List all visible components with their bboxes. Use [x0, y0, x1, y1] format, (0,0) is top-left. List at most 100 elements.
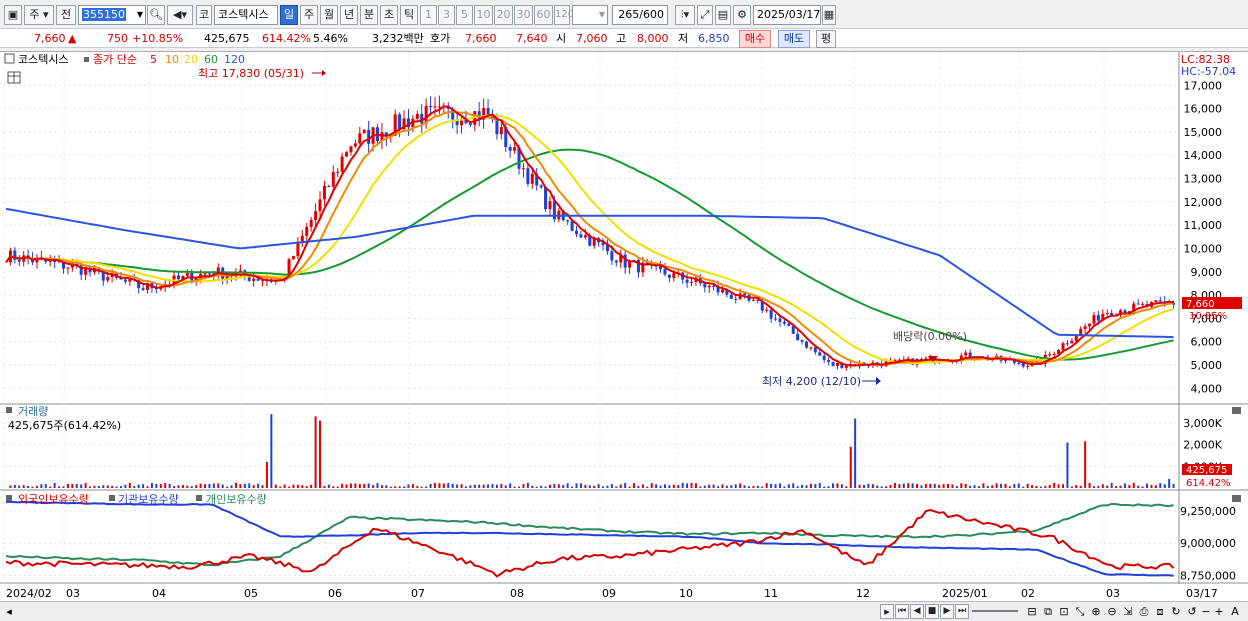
candle-body: [1088, 323, 1092, 327]
scroll-left-icon[interactable]: ◂: [4, 604, 14, 619]
open-price: 7,060: [576, 32, 608, 45]
volume-bar: [531, 485, 534, 488]
prev-button[interactable]: ◀: [910, 604, 924, 619]
zoom-out-icon[interactable]: ⊖: [1105, 604, 1119, 619]
period-tick-tab[interactable]: 틱: [400, 5, 418, 25]
period-year-tab[interactable]: 년: [340, 5, 358, 25]
buy-button[interactable]: 매수: [739, 30, 771, 48]
price-tick-label: 6,000: [1191, 336, 1223, 349]
sound-icon[interactable]: ◀▾: [167, 5, 193, 25]
volume-bar: [526, 482, 529, 488]
volume-bar: [181, 484, 184, 488]
period-month-tab[interactable]: 월: [320, 5, 338, 25]
volume-bar: [778, 483, 781, 488]
candle-body: [835, 363, 839, 366]
chart-svg[interactable]: 4,0005,0006,0007,0008,0009,00010,00011,0…: [0, 52, 1248, 602]
prev-stock-button[interactable]: 전: [56, 5, 76, 25]
zoom-in-icon[interactable]: ⊕: [1089, 604, 1103, 619]
refresh-icon[interactable]: ↻: [1169, 604, 1183, 619]
volume-bar: [579, 483, 582, 488]
volume-panel-close-icon[interactable]: [1232, 407, 1241, 414]
volume-bar: [18, 485, 21, 488]
date-field[interactable]: 2025/03/17: [753, 5, 821, 25]
draw-tool-icon[interactable]: ⤢: [697, 5, 713, 25]
candle-type-icon[interactable]: ⫶▾: [675, 5, 695, 25]
interval-custom-select[interactable]: ▼: [572, 5, 608, 25]
volume-bar: [792, 483, 795, 488]
interval-20-button[interactable]: 20: [494, 5, 513, 25]
calendar-icon[interactable]: ▦: [822, 5, 836, 25]
crosshair-icon[interactable]: ⤡: [1073, 604, 1087, 619]
volume-bar: [425, 486, 428, 488]
split-view-icon[interactable]: ⊟: [1025, 604, 1039, 619]
volume-bar: [292, 484, 295, 488]
interval-5-button[interactable]: 5: [456, 5, 473, 25]
scroll-play-button[interactable]: ▸: [880, 604, 894, 619]
holdings-legend-icon: [109, 495, 115, 501]
volume-bar: [155, 484, 158, 488]
search-icon[interactable]: 🔍︎: [147, 5, 165, 25]
first-button[interactable]: ⏮: [895, 604, 909, 619]
holdings-panel-close-icon[interactable]: [1232, 495, 1241, 502]
volume-bar: [128, 482, 131, 488]
candle-body: [336, 171, 340, 173]
market-type-select[interactable]: 주 ▾: [24, 5, 54, 25]
candle-body: [818, 352, 822, 356]
volume-bar: [854, 418, 857, 488]
volume-bar: [951, 484, 954, 488]
zoom-slider[interactable]: [972, 610, 1018, 612]
price-tick-label: 16,000: [1184, 103, 1223, 116]
volume-bar: [119, 486, 122, 488]
next-button[interactable]: ▶: [940, 604, 954, 619]
volume-bar: [164, 483, 167, 488]
interval-60-button[interactable]: 60: [534, 5, 553, 25]
volume-bar: [677, 485, 680, 488]
zoom-minus-button[interactable]: −: [1201, 604, 1211, 619]
volume-bar: [553, 484, 556, 488]
bottom-navigation-bar: ◂ ▸ ⏮ ◀ ■ ▶ ⏭ ⊟ ⧉ ⊡ ⤡ ⊕ ⊖ ⇲ ⎙ ⧈ ↻ ↺ − + …: [0, 601, 1248, 621]
save-icon[interactable]: ▤: [715, 5, 731, 25]
period-second-tab[interactable]: 초: [380, 5, 398, 25]
stop-button[interactable]: ■: [925, 604, 939, 619]
volume-bar: [265, 461, 268, 488]
interval-3-button[interactable]: 3: [438, 5, 455, 25]
stock-code-input[interactable]: 355150 ▼: [78, 5, 146, 25]
volume-bar: [1013, 484, 1016, 488]
settings-gear-icon[interactable]: ⚙: [733, 5, 751, 25]
last-button[interactable]: ⏭: [955, 604, 969, 619]
volume-bar: [305, 486, 308, 488]
overlay-icon[interactable]: ⧉: [1041, 604, 1055, 619]
period-day-tab[interactable]: 일: [280, 5, 298, 25]
volume-bar: [40, 484, 43, 488]
chart-menu-icon[interactable]: ▣: [4, 5, 22, 25]
zoom-plus-button[interactable]: +: [1214, 604, 1224, 619]
candle-body: [1083, 326, 1087, 329]
candle-body: [623, 254, 627, 268]
candle-body: [844, 365, 848, 368]
interval-10-button[interactable]: 10: [474, 5, 493, 25]
print-icon[interactable]: ⎙: [1137, 604, 1151, 619]
volume-bar: [13, 484, 16, 488]
volume-bar: [66, 483, 69, 488]
volume-bar: [814, 484, 817, 488]
period-minute-tab[interactable]: 분: [360, 5, 378, 25]
foreign-holding-legend: 외국인보유수량: [18, 493, 89, 506]
period-week-tab[interactable]: 주: [300, 5, 318, 25]
candle-body: [291, 256, 295, 260]
interval-1-button[interactable]: 1: [420, 5, 437, 25]
evaluate-button[interactable]: 평: [816, 30, 836, 48]
history-icon[interactable]: ↺: [1185, 604, 1199, 619]
chart-area[interactable]: 4,000 5,000 6,000 7,000 8,000 9,000 10,000 11,0…: [0, 51, 1248, 601]
sell-button[interactable]: 매도: [778, 30, 810, 48]
volume-bar: [535, 486, 538, 488]
data-count-field[interactable]: 265/600: [612, 5, 668, 25]
font-size-button[interactable]: A: [1229, 604, 1241, 619]
copy-icon[interactable]: ⧈: [1153, 604, 1167, 619]
export-icon[interactable]: ⇲: [1121, 604, 1135, 619]
interval-30-button[interactable]: 30: [514, 5, 533, 25]
interval-120-button[interactable]: 120: [554, 5, 574, 25]
candle-body: [1021, 363, 1025, 367]
compare-icon[interactable]: ⊡: [1057, 604, 1071, 619]
volume-bar: [880, 486, 883, 488]
volume-bar: [752, 486, 755, 488]
